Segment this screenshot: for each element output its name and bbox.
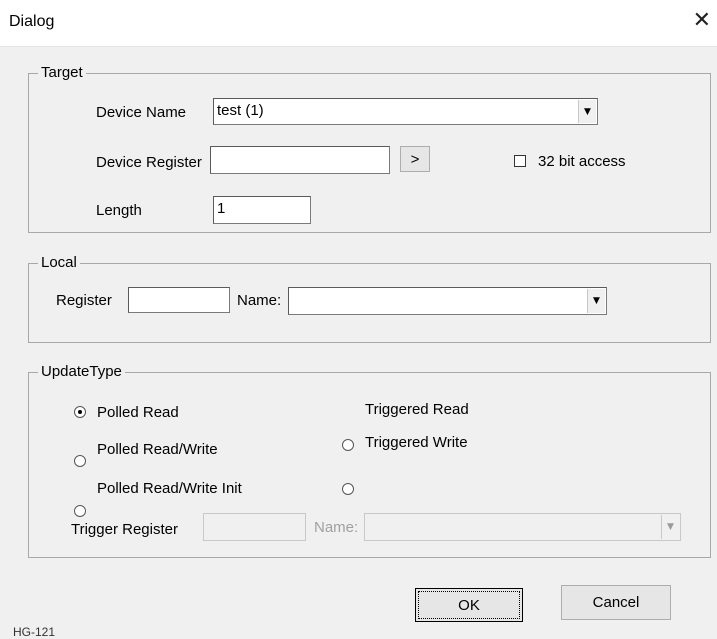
local-register-input[interactable] — [128, 287, 230, 313]
chevron-down-icon: ▼ — [584, 106, 591, 117]
target-legend: Target — [38, 64, 86, 81]
triggered-read-radio[interactable] — [342, 439, 354, 451]
trigger-name-label: Name: — [314, 519, 359, 536]
local-legend: Local — [38, 254, 80, 271]
polled-read-write-init-radio[interactable] — [74, 505, 86, 517]
bit-access-checkbox[interactable] — [514, 155, 526, 167]
triggered-write-label: Triggered Write — [365, 434, 468, 451]
local-name-dropdown-button[interactable]: ▼ — [587, 289, 605, 313]
polled-read-write-init-label: Polled Read/Write Init — [97, 480, 242, 497]
device-name-select[interactable]: test (1) ▼ — [213, 98, 598, 125]
polled-read-label: Polled Read — [97, 404, 179, 421]
trigger-register-label: Trigger Register — [71, 521, 178, 538]
local-name-select[interactable]: ▼ — [288, 287, 607, 315]
device-name-label: Device Name — [96, 104, 187, 121]
trigger-name-dropdown-button[interactable]: ▼ — [661, 515, 679, 539]
length-input[interactable]: 1 — [213, 196, 311, 224]
window-title: Dialog — [9, 13, 55, 30]
bit-access-label: 32 bit access — [538, 153, 626, 170]
triggered-write-radio[interactable] — [342, 483, 354, 495]
update-type-legend: UpdateType — [38, 363, 125, 380]
chevron-down-icon: ▼ — [667, 522, 674, 532]
ok-button[interactable]: OK — [415, 588, 523, 622]
device-register-browse-button[interactable]: > — [400, 146, 430, 172]
device-name-dropdown-button[interactable]: ▼ — [578, 100, 596, 123]
close-icon[interactable]: ✕ — [693, 8, 711, 33]
chevron-down-icon: ▼ — [593, 296, 600, 306]
title-bar: Dialog ✕ — [0, 0, 717, 47]
trigger-register-input[interactable] — [203, 513, 306, 541]
polled-read-write-radio[interactable] — [74, 455, 86, 467]
footer-label: HG-121 — [13, 625, 56, 639]
device-name-value: test (1) — [217, 102, 264, 119]
triggered-read-label: Triggered Read — [365, 401, 469, 418]
length-label: Length — [96, 202, 142, 219]
local-name-label: Name: — [237, 292, 282, 309]
cancel-button[interactable]: Cancel — [561, 585, 671, 620]
local-register-label: Register — [56, 292, 112, 309]
device-register-input[interactable] — [210, 146, 390, 174]
trigger-name-select[interactable]: ▼ — [364, 513, 681, 541]
polled-read-radio[interactable] — [74, 406, 86, 418]
polled-read-write-label: Polled Read/Write — [97, 441, 218, 458]
device-register-label: Device Register — [96, 154, 202, 171]
